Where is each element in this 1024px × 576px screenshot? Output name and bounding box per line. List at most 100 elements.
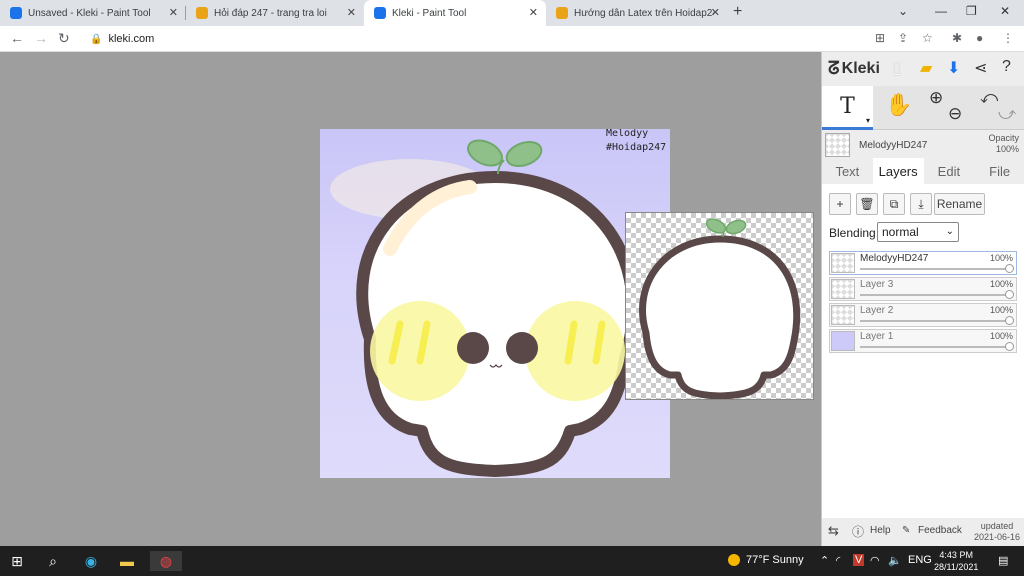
chevron-up-icon[interactable]: ⌃ (820, 554, 829, 567)
layer-row-layer3[interactable]: Layer 3 100% (829, 277, 1017, 301)
menu-kebab-icon[interactable]: ⋮ (1002, 31, 1014, 45)
back-arrow-icon[interactable]: ← (10, 30, 24, 46)
redo-icon[interactable]: ⤻ (998, 104, 1016, 124)
drawing-canvas[interactable]: Melodyy #Hoidap247 (320, 129, 670, 478)
weather-widget[interactable]: 77°F Sunny (728, 554, 804, 566)
tab-file[interactable]: File (974, 158, 1024, 184)
kleki-favicon-icon (10, 7, 22, 19)
zoom-in-icon[interactable]: ⊕ (929, 88, 943, 108)
kleki-side-panel: ᘔ Kleki ▯ ▰ ⬇ ⋖ ? T ▾ ✋ ⊕ ⊖ ⤺ ⤻ MelodyyH… (821, 52, 1024, 546)
close-window-button[interactable]: ✕ (1000, 4, 1010, 18)
kleki-favicon-icon (374, 7, 386, 19)
antivirus-tray-icon[interactable]: V (853, 554, 865, 566)
input-language[interactable]: ENG (908, 554, 932, 566)
slider-handle[interactable] (1005, 290, 1014, 299)
current-layer-thumbnail (825, 133, 850, 157)
tab-text[interactable]: Text (822, 158, 873, 184)
tab-kleki-active[interactable]: Kleki - Paint Tool ✕ (364, 0, 546, 26)
layer-opacity-slider[interactable] (860, 346, 1010, 348)
search-icon[interactable]: ⌕ (42, 551, 64, 571)
layer-thumbnail (831, 279, 855, 299)
drawing-workspace[interactable]: Melodyy #Hoidap247 (0, 52, 821, 546)
chevron-down-icon[interactable]: ▾ (866, 116, 870, 125)
close-icon[interactable]: ✕ (347, 6, 356, 19)
reload-icon[interactable]: ↻ (58, 30, 70, 47)
hoidap-favicon-icon (196, 7, 208, 19)
kleki-logo-icon: ᘔ (828, 58, 840, 78)
file-explorer-icon[interactable]: ▬ (116, 551, 138, 571)
kleki-logo: ᘔ Kleki (828, 58, 880, 78)
windows-start-icon[interactable]: ⊞ (6, 551, 28, 571)
current-layer-opacity: Opacity 100% (988, 133, 1019, 154)
wifi-icon[interactable]: ◠ (870, 554, 880, 567)
tool-bar: T ▾ ✋ ⊕ ⊖ ⤺ ⤻ (822, 86, 1024, 130)
open-folder-icon[interactable]: ▰ (920, 58, 932, 78)
tab-hoidap247[interactable]: Hỏi đáp 247 - trang tra loi ✕ (186, 0, 364, 26)
help-circle-icon[interactable]: ⓘ (852, 523, 864, 540)
layer-thumbnail (831, 305, 855, 325)
duplicate-layer-button[interactable]: ⧉ (883, 193, 905, 215)
current-layer-name: MelodyyHD247 (859, 140, 928, 151)
layer-opacity: 100% (989, 331, 1013, 341)
address-bar[interactable]: 🔒 kleki.com (82, 28, 862, 50)
notifications-icon[interactable]: ▤ (998, 554, 1008, 567)
layer-opacity-slider[interactable] (860, 268, 1010, 270)
windows-taskbar: ⊞ ⌕ ◉ ▬ ◍ 77°F Sunny ⌃ ◜ V ◠ 🔈 ENG 4:43 … (0, 546, 1024, 576)
panel-footer: ⇆ ⓘ Help ✎ Feedback updated 2021-06-16 (822, 518, 1024, 546)
blending-select[interactable]: normal ⌄ (877, 222, 959, 242)
new-image-icon[interactable]: ▯ (892, 58, 901, 78)
share-icon[interactable]: ⇪ (898, 31, 908, 45)
download-save-icon[interactable]: ⬇ (947, 58, 960, 78)
swap-arrows-icon[interactable]: ⇆ (828, 523, 839, 539)
tab-layers[interactable]: Layers (872, 158, 924, 184)
layer-row-melodyyhd247[interactable]: MelodyyHD247 100% (829, 251, 1017, 275)
tab-edit[interactable]: Edit (924, 158, 975, 184)
add-layer-button[interactable]: + (829, 193, 851, 215)
merge-layer-button[interactable]: ⤓ (910, 193, 932, 215)
tab-title: Hướng dẫn Latex trên Hoidap24 (574, 7, 714, 19)
rename-layer-button[interactable]: Rename (934, 193, 985, 215)
delete-layer-button[interactable]: 🗑 (856, 193, 878, 215)
text-tool-button[interactable]: T ▾ (822, 86, 873, 130)
new-tab-button[interactable]: + (733, 3, 742, 21)
layer-row-layer2[interactable]: Layer 2 100% (829, 303, 1017, 327)
layer-opacity-slider[interactable] (860, 320, 1010, 322)
panel-tabs: Text Layers Edit File (822, 158, 1024, 184)
translate-icon[interactable]: ⊞ (875, 31, 885, 45)
close-icon[interactable]: ✕ (711, 6, 720, 19)
layer-opacity: 100% (989, 253, 1013, 263)
slider-handle[interactable] (1005, 264, 1014, 273)
signature-text: Melodyy #Hoidap247 (606, 129, 667, 153)
maximize-button[interactable]: ❐ (966, 4, 977, 18)
profile-avatar-icon[interactable]: ● (976, 31, 983, 45)
tab-title: Unsaved - Kleki - Paint Tool (28, 7, 151, 19)
edge-browser-icon[interactable]: ◉ (80, 551, 102, 571)
feedback-icon[interactable]: ✎ (902, 525, 910, 536)
volume-icon[interactable]: 🔈 (888, 554, 902, 567)
layer-opacity-slider[interactable] (860, 294, 1010, 296)
share-icon[interactable]: ⋖ (974, 58, 987, 78)
forward-arrow-icon[interactable]: → (34, 30, 48, 46)
chrome-browser-icon[interactable]: ◍ (150, 551, 182, 571)
help-question-icon[interactable]: ? (1002, 58, 1011, 76)
slider-handle[interactable] (1005, 316, 1014, 325)
hand-pan-icon[interactable]: ✋ (885, 92, 912, 118)
zoom-out-icon[interactable]: ⊖ (948, 104, 962, 124)
tab-latex-guide[interactable]: Hướng dẫn Latex trên Hoidap24 ✕ (546, 0, 728, 26)
bookmark-star-icon[interactable]: ☆ (922, 31, 933, 45)
hoidap-favicon-icon (556, 7, 568, 19)
tab-search-icon[interactable]: ⌄ (898, 4, 908, 18)
slider-handle[interactable] (1005, 342, 1014, 351)
layer-row-layer1[interactable]: Layer 1 100% (829, 329, 1017, 353)
tab-unsaved-kleki[interactable]: Unsaved - Kleki - Paint Tool ✕ (0, 0, 186, 26)
minimize-button[interactable]: — (935, 4, 947, 18)
current-layer-info: MelodyyHD247 Opacity 100% (822, 130, 1024, 158)
network-icon[interactable]: ◜ (836, 554, 840, 567)
close-icon[interactable]: ✕ (169, 6, 178, 19)
close-icon[interactable]: ✕ (529, 6, 538, 19)
help-link[interactable]: Help (870, 525, 891, 536)
feedback-link[interactable]: Feedback (918, 525, 962, 536)
undo-icon[interactable]: ⤺ (980, 88, 998, 108)
taskbar-clock[interactable]: 4:43 PM 28/11/2021 (934, 549, 978, 573)
extensions-puzzle-icon[interactable]: ✱ (952, 31, 962, 45)
